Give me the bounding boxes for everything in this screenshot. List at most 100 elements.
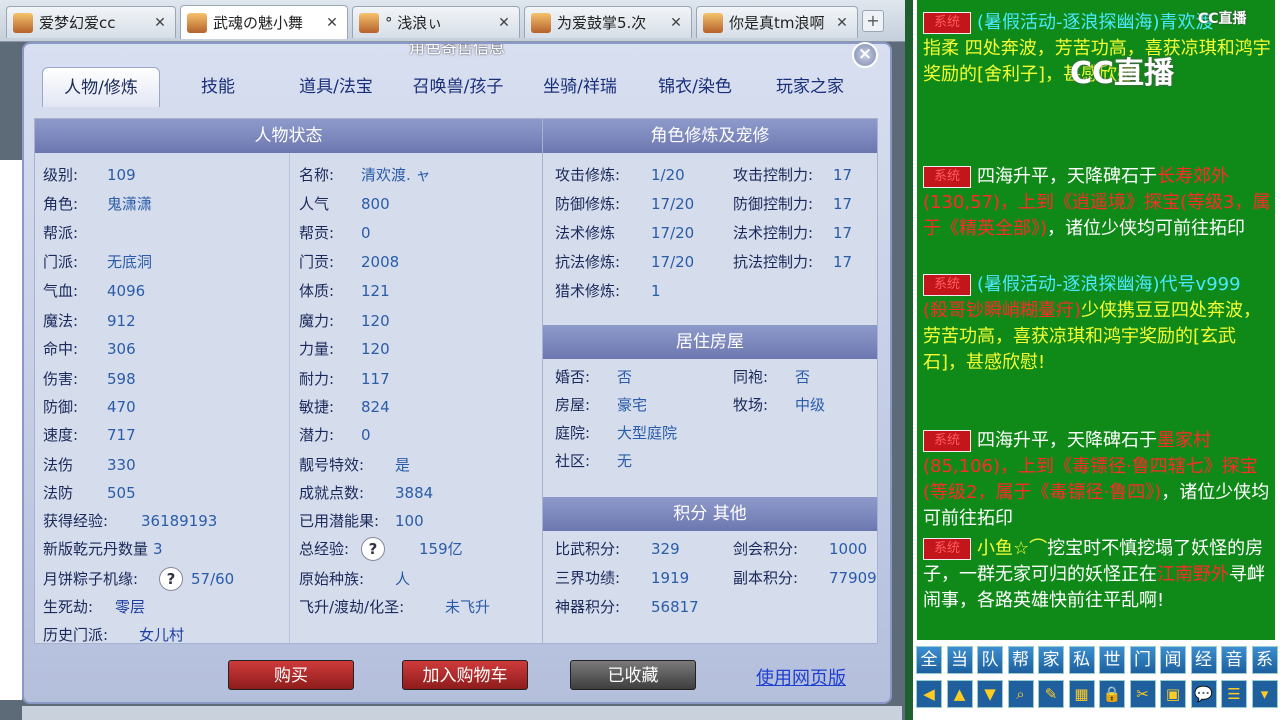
chat-tab[interactable]: 闻 [1160,646,1186,674]
chat-tab[interactable]: 队 [977,646,1003,674]
info-row: 房屋: 豪宅 牧场: 中级 [555,391,875,419]
stat-row: 法伤 330 [43,451,287,479]
stat-label: 速度: [43,426,79,444]
stat-value: 505 [107,484,136,502]
chat-tab[interactable]: 私 [1068,646,1095,674]
chat-tool-icon[interactable]: ▲ [946,680,973,708]
house-header: 居住房屋 [543,325,877,359]
info-row: 三界功绩: 1919 副本积分: 77909 [555,564,877,592]
stat-label: 帮派: [43,224,79,242]
help-icon[interactable]: ? [361,537,385,561]
browser-tab[interactable]: ° 浅浪ぃ ✕ [352,6,520,38]
info-value: 豪宅 [617,396,648,414]
stat-label: 人气 [299,195,330,213]
chat-text: 江南野外 [1157,564,1229,585]
stat-label: 命中: [43,340,79,358]
tab-close-icon[interactable]: ✕ [497,15,511,31]
tab-close-icon[interactable]: ✕ [835,15,849,31]
info-value: 大型庭院 [617,424,678,442]
info-row: 攻击修炼: 1/20 攻击控制力: 17 [555,161,875,189]
stat-label: 原始种族: [299,570,365,588]
chat-tab[interactable]: 帮 [1007,646,1034,674]
stat-label: 体质: [299,282,335,300]
info-value: 17/20 [651,224,695,242]
new-tab-button[interactable]: + [862,10,884,32]
tab-character[interactable]: 人物/修炼 [42,67,160,107]
system-tag: 系统 [923,12,971,34]
chat-tool-icon[interactable]: ✎ [1038,680,1064,708]
cultivation-header: 角色修炼及宠修 [543,119,877,153]
browser-tab[interactable]: 你是真tm浪啊 ✕ [696,6,858,38]
browser-tab[interactable]: 为爱鼓掌5.次 ✕ [524,6,692,38]
stat-value: 120 [361,340,390,358]
tab-close-icon[interactable]: ✕ [325,15,339,31]
chat-tool-icon[interactable]: ▦ [1068,680,1095,708]
game-favicon-icon [703,12,723,33]
help-icon[interactable]: ? [159,567,183,591]
chat-tool-icon[interactable]: ◀ [916,680,942,708]
stat-label: 已用潜能果: [299,512,380,530]
buy-button[interactable]: 购买 [228,660,354,690]
info-value: 329 [651,540,680,558]
chat-tab[interactable]: 门 [1129,646,1156,674]
system-tag: 系统 [923,166,971,188]
stat-row: 敏捷: 824 [299,393,539,421]
chat-tool-icon[interactable]: ▣ [1160,680,1186,708]
tab-home[interactable]: 玩家之家 [754,67,866,107]
chat-messages: 系统 (暑假活动-逐浪探幽海)青欢渡 指柔 四处奔波，芳苦功高，喜获凉琪和鸿宇奖励… [917,0,1275,640]
tab-close-icon[interactable]: ✕ [153,15,167,31]
info-label: 抗法修炼: [555,253,621,271]
stat-row: 已用潜能果: 100 [299,507,539,535]
stat-value: 人 [395,570,411,588]
info-label: 比武积分: [555,540,621,558]
chat-tool-icon[interactable]: ✂ [1129,680,1156,708]
tab-skills[interactable]: 技能 [170,67,266,107]
chat-tab[interactable]: 家 [1038,646,1064,674]
info-row: 防御修炼: 17/20 防御控制力: 17 [555,190,875,218]
tab-items[interactable]: 道具/法宝 [280,67,392,107]
info-label: 防御控制力: [733,195,814,213]
chat-tool-icon[interactable]: ▼ [977,680,1003,708]
chat-tool-icon[interactable]: ▾ [1251,680,1278,708]
stat-value: 824 [361,398,390,416]
chat-tool-icon[interactable]: ☰ [1221,680,1247,708]
chat-tab[interactable]: 系 [1251,646,1278,674]
tab-mounts[interactable]: 坐骑/祥瑞 [524,67,636,107]
chat-tab[interactable]: 经 [1190,646,1217,674]
browser-tab-label: 武魂の魅小舞 [213,14,304,32]
info-row: 比武积分: 329 剑会积分: 1000 [555,535,875,563]
info-value: 否 [617,368,633,386]
chat-text: 四海升平，天降碑石于 [977,430,1157,451]
tab-outfits[interactable]: 锦衣/染色 [644,67,746,107]
info-value: 17/20 [651,253,695,271]
chat-tab[interactable]: 全 [916,646,942,674]
browser-tab-active[interactable]: 武魂の魅小舞 ✕ [180,5,348,39]
browser-tab[interactable]: 爱梦幻爱cc ✕ [6,6,176,38]
stat-label: 级别: [43,166,79,184]
stat-label: 帮贡: [299,224,335,242]
info-value: 17 [833,224,853,242]
add-to-cart-button[interactable]: 加入购物车 [402,660,528,690]
chat-tool-icon[interactable]: 💬 [1190,680,1217,708]
chat-tab[interactable]: 当 [946,646,973,674]
chat-text: (暑假活动-逐浪探幽海)代号v999 [977,274,1241,295]
chat-tab[interactable]: 世 [1099,646,1125,674]
tab-pets[interactable]: 召唤兽/孩子 [400,67,516,107]
info-value: 中级 [795,396,826,414]
browser-tab-label: ° 浅浪ぃ [385,14,443,32]
chat-tool-icon[interactable]: ⌕ [1007,680,1034,708]
stat-value: 未飞升 [445,598,491,616]
info-row: 庭院: 大型庭院 [555,419,875,447]
favorited-button[interactable]: 已收藏 [570,660,696,690]
stat-row: 体质: 121 [299,277,539,305]
chat-tool-icon[interactable]: 🔒 [1099,680,1125,708]
stat-label: 魔力: [299,312,335,330]
info-label: 牧场: [733,396,769,414]
stat-value: 306 [107,340,136,358]
chat-tab[interactable]: 音 [1221,646,1247,674]
web-version-link[interactable]: 使用网页版 [756,664,846,690]
info-label: 猎术修炼: [555,282,621,300]
stat-row: 总经验: 159亿? [299,535,539,563]
tab-close-icon[interactable]: ✕ [669,15,683,31]
stat-value: 121 [361,282,390,300]
